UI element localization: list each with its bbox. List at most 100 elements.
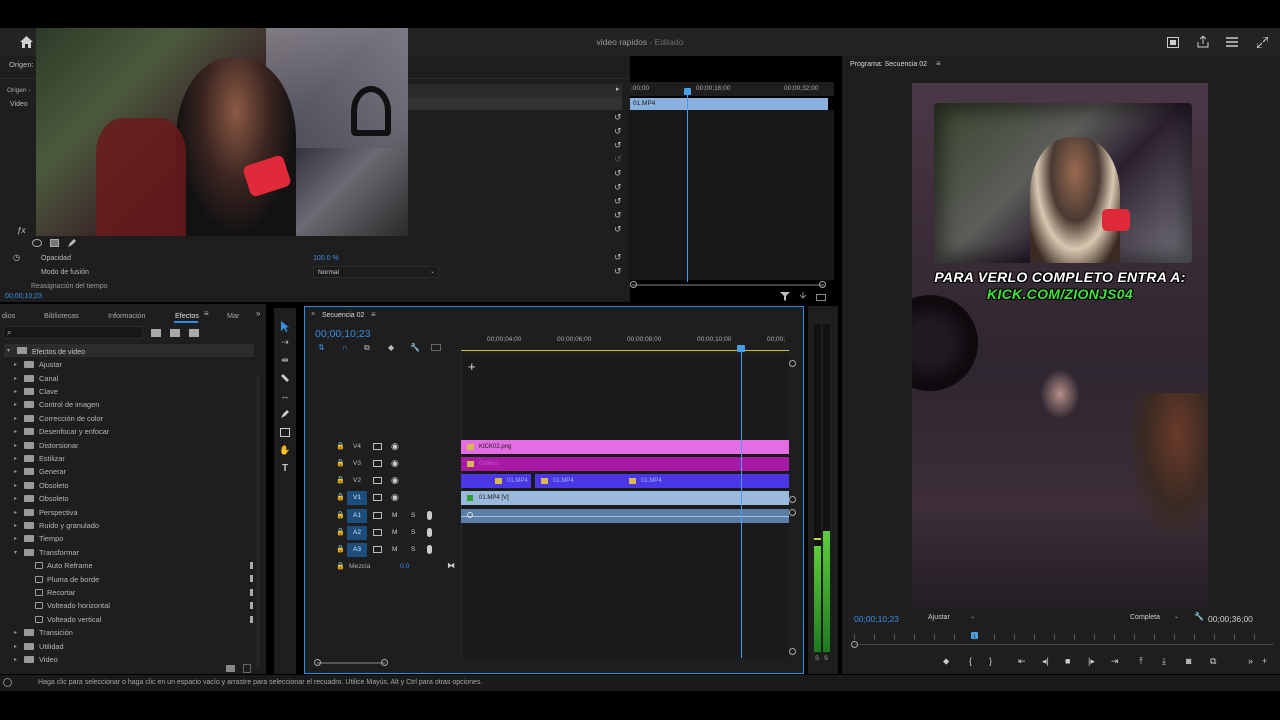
- export-frame-icon[interactable]: ◙: [1186, 656, 1191, 666]
- ec-playhead-handle[interactable]: [684, 88, 691, 95]
- captions-icon[interactable]: [431, 344, 441, 351]
- audio-track-target[interactable]: A2: [347, 526, 367, 540]
- add-marker-icon[interactable]: ⬥: [943, 656, 949, 667]
- mute-button[interactable]: M: [392, 546, 397, 553]
- quick-export-icon[interactable]: [1165, 35, 1181, 49]
- microphone-icon[interactable]: [427, 545, 432, 554]
- clip-v1[interactable]: 01.MP4 [V]: [461, 491, 789, 505]
- chevron-right-icon[interactable]: ▸: [14, 656, 17, 663]
- filter-icon[interactable]: [779, 291, 791, 301]
- effect-folder[interactable]: ▸ Obsoleto: [0, 479, 258, 492]
- timeline-timecode[interactable]: 00;00;10;23: [315, 328, 370, 340]
- track-area[interactable]: [461, 356, 789, 658]
- mark-out-icon[interactable]: }: [989, 656, 992, 666]
- slip-tool-icon[interactable]: ↔: [278, 390, 292, 402]
- track-lock-icon[interactable]: 🔒: [336, 511, 345, 519]
- pen-mask-icon[interactable]: [66, 237, 78, 249]
- extract-icon[interactable]: ⤓: [1162, 656, 1166, 667]
- track-lock-icon[interactable]: 🔒: [336, 545, 345, 553]
- stop-icon[interactable]: ■: [1065, 656, 1070, 666]
- clip-v3[interactable]: Gráfico: [461, 457, 789, 471]
- effects-tree-root[interactable]: ▾ Efectos de video: [4, 344, 254, 357]
- effect-folder[interactable]: ▸ Control de imagen: [0, 398, 258, 411]
- effects-scrollbar[interactable]: [256, 376, 260, 666]
- sync-lock-icon[interactable]: [373, 494, 382, 501]
- chevron-down-icon[interactable]: ▾: [14, 549, 17, 556]
- step-forward-icon[interactable]: |▸: [1088, 656, 1095, 667]
- sync-lock-icon[interactable]: [373, 512, 382, 519]
- delete-icon[interactable]: [243, 664, 251, 673]
- effect-folder[interactable]: ▸ Ruido y granulado: [0, 519, 258, 532]
- selection-tool-icon[interactable]: [279, 320, 291, 332]
- sync-lock-icon[interactable]: [373, 546, 382, 553]
- chevron-right-icon[interactable]: ▸: [14, 388, 17, 395]
- scroll-handle-left[interactable]: [314, 659, 321, 666]
- microphone-icon[interactable]: [427, 528, 432, 537]
- effect-folder[interactable]: ▸ Generar: [0, 465, 258, 478]
- reset-icon[interactable]: ↺: [614, 112, 622, 123]
- chevron-right-icon[interactable]: ▸: [14, 415, 17, 422]
- fit-select[interactable]: Ajustar ⌄: [926, 612, 980, 624]
- effect-folder[interactable]: ▸ Estilizar: [0, 452, 258, 465]
- effect-folder[interactable]: ▸ Ajustar: [0, 358, 258, 371]
- menu-icon[interactable]: [1224, 35, 1240, 49]
- audio-track-target[interactable]: A3: [347, 543, 367, 557]
- scroll-handle-right[interactable]: [381, 659, 388, 666]
- tab-effects[interactable]: Efectos: [175, 311, 199, 320]
- effect-folder[interactable]: ▸ Obsoleto: [0, 492, 258, 505]
- track-target[interactable]: V4: [347, 440, 367, 454]
- tab-media[interactable]: dios: [2, 311, 15, 320]
- eye-icon[interactable]: ◉: [391, 441, 399, 452]
- effect-folder[interactable]: ▸ Perspectiva: [0, 505, 258, 518]
- more-icon[interactable]: »: [1248, 656, 1253, 666]
- ec-scroll-handle-left[interactable]: [630, 281, 637, 288]
- clip-v4[interactable]: KICK02.png: [461, 440, 789, 454]
- mix-end-icon[interactable]: ⧓: [447, 561, 455, 570]
- vscroll-handle[interactable]: [789, 509, 796, 516]
- effect-folder[interactable]: ▸ Distorsionar: [0, 438, 258, 451]
- compare-icon[interactable]: ⧉: [1210, 656, 1216, 667]
- chevron-right-icon[interactable]: ▸: [14, 401, 17, 408]
- effect-item[interactable]: Auto Reframe: [0, 559, 258, 572]
- reset-icon[interactable]: ↺: [614, 154, 622, 165]
- effect-folder[interactable]: ▸ Video: [0, 653, 258, 666]
- scrubber-start-handle[interactable]: [851, 641, 858, 648]
- rectangle-mask-icon[interactable]: [50, 239, 59, 247]
- track-lock-icon[interactable]: 🔒: [336, 459, 345, 467]
- effect-item[interactable]: Volteado horizontal: [0, 599, 258, 612]
- reset-icon[interactable]: ↺: [614, 168, 622, 179]
- chevron-right-icon[interactable]: ▸: [14, 361, 17, 368]
- settings-icon[interactable]: [815, 291, 827, 301]
- effect-item[interactable]: Recortar: [0, 586, 258, 599]
- chevron-right-icon[interactable]: ▸: [14, 535, 17, 542]
- effect-item[interactable]: Pluma de borde: [0, 572, 258, 585]
- audio-clip-a1[interactable]: [461, 509, 789, 523]
- reset-icon[interactable]: ↺: [614, 252, 622, 263]
- 32bit-effects-icon[interactable]: [169, 328, 180, 337]
- yuv-effects-icon[interactable]: [188, 328, 199, 337]
- opacity-value[interactable]: 100.0 %: [313, 255, 339, 262]
- track-target[interactable]: V2: [347, 474, 367, 488]
- program-tab-menu-icon[interactable]: ≡: [936, 59, 941, 68]
- pen-tool-icon[interactable]: [278, 408, 292, 420]
- timeline-playhead-handle[interactable]: [737, 345, 745, 352]
- new-bin-icon[interactable]: [226, 665, 235, 672]
- snap-icon[interactable]: ∩: [342, 343, 348, 352]
- chevron-right-icon[interactable]: ▸: [14, 375, 17, 382]
- effect-folder[interactable]: ▾ Transformar: [0, 546, 258, 559]
- effect-folder[interactable]: ▸ Tiempo: [0, 532, 258, 545]
- program-timecode[interactable]: 00;00;10;23: [854, 614, 899, 624]
- track-lock-icon[interactable]: 🔒: [336, 442, 345, 450]
- tab-info[interactable]: Información: [108, 311, 146, 320]
- share-icon[interactable]: [1195, 35, 1211, 49]
- solo-right-button[interactable]: S: [824, 656, 828, 662]
- track-target[interactable]: V1: [347, 491, 367, 505]
- timeline-tab[interactable]: Secuencia 02: [322, 312, 364, 319]
- type-tool-icon[interactable]: T: [278, 462, 292, 474]
- chevron-right-icon[interactable]: ▸: [14, 509, 17, 516]
- rectangle-tool-icon[interactable]: [278, 426, 292, 438]
- program-tab[interactable]: Programa: Secuencia 02: [850, 61, 927, 68]
- reset-icon[interactable]: ↺: [614, 126, 622, 137]
- timeline-tab-menu-icon[interactable]: ≡: [371, 310, 376, 319]
- stopwatch-icon[interactable]: ◷: [13, 253, 20, 262]
